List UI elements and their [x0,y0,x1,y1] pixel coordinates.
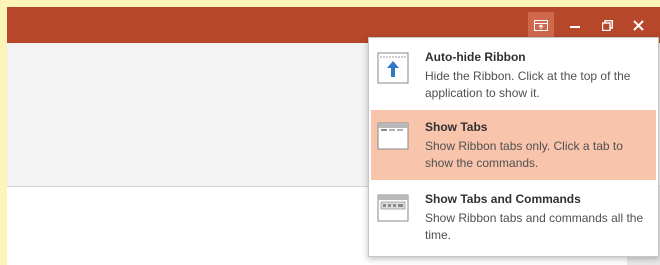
minimize-icon [570,26,580,28]
menu-item-show-tabs-and-commands[interactable]: Show Tabs and Commands Show Ribbon tabs … [371,182,656,254]
menu-item-title: Show Tabs [425,120,488,134]
ribbon-display-options-menu: Auto-hide Ribbon Hide the Ribbon. Click … [368,37,659,257]
show-tabs-icon [377,122,409,150]
ribbon-display-options-button[interactable] [528,12,554,38]
show-tabs-and-commands-icon [377,194,409,222]
menu-item-title: Show Tabs and Commands [425,192,581,206]
ribbon-display-options-icon [534,19,548,31]
menu-item-description: Hide the Ribbon. Click at the top of the… [425,69,631,100]
menu-item-description: Show Ribbon tabs and commands all the ti… [425,211,644,242]
close-icon [632,19,644,31]
restore-icon [601,19,613,31]
menu-item-description: Show Ribbon tabs only. Click a tab to sh… [425,139,623,170]
menu-item-show-tabs[interactable]: Show Tabs Show Ribbon tabs only. Click a… [371,110,656,180]
application-window: Auto-hide Ribbon Hide the Ribbon. Click … [7,7,660,265]
auto-hide-ribbon-icon [377,52,409,84]
menu-item-title: Auto-hide Ribbon [425,50,526,64]
menu-item-auto-hide-ribbon[interactable]: Auto-hide Ribbon Hide the Ribbon. Click … [371,40,656,110]
